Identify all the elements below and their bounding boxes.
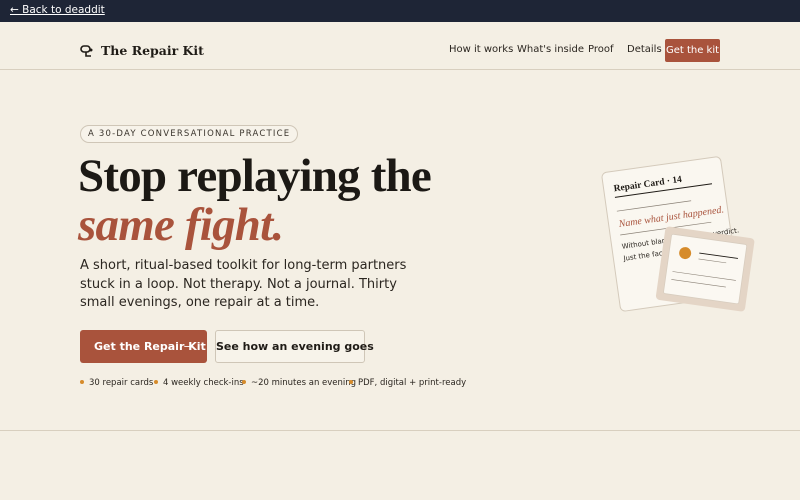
bullet-dot-icon [349, 379, 353, 384]
nav-whats-inside[interactable]: What's inside [517, 44, 584, 55]
get-repair-kit-button[interactable]: Get the Repair Kit → [80, 330, 207, 363]
feature-item: 30 repair cards [80, 378, 153, 388]
bullet-dot-icon [80, 379, 84, 384]
card-prompt: Name what just happened. [617, 204, 725, 230]
feature-item: ~20 minutes an evening [242, 378, 356, 388]
card-body-line2: Just the facts. [622, 248, 672, 263]
nav-proof[interactable]: Proof [588, 44, 614, 55]
bullet-dot-icon [154, 379, 158, 384]
nav-details[interactable]: Details [627, 44, 662, 55]
feature-item: PDF, digital + print-ready [349, 378, 466, 388]
hero-lede: A short, ritual-based toolkit for long-t… [80, 258, 407, 310]
card-body-line1: Without blame. Without a verdict. [621, 226, 739, 250]
bullet-dot-icon [679, 247, 692, 260]
see-evening-button[interactable]: See how an evening goes [215, 330, 374, 363]
eyebrow-badge: A 30-DAY CONVERSATIONAL PRACTICE [80, 125, 299, 143]
card-title: Repair Card · 14 [613, 175, 683, 194]
hero-headline: Stop replaying the [78, 150, 432, 202]
bullet-dot-icon [242, 379, 246, 384]
section-divider [0, 430, 800, 431]
nav-how-it-works[interactable]: How it works [449, 44, 513, 55]
main-nav: How it works What's inside Proof Details… [0, 39, 800, 63]
hero-headline-accent: same fight. [78, 199, 284, 251]
feature-item: 4 weekly check-ins [154, 378, 244, 388]
top-bar: ← Back to deaddit [0, 0, 800, 22]
arrow-right-icon: → [183, 340, 193, 353]
back-link[interactable]: ← Back to deaddit [10, 4, 105, 16]
site-header: The Repair Kit How it works What's insid… [0, 22, 800, 70]
get-the-kit-button[interactable]: Get the kit [665, 39, 720, 62]
